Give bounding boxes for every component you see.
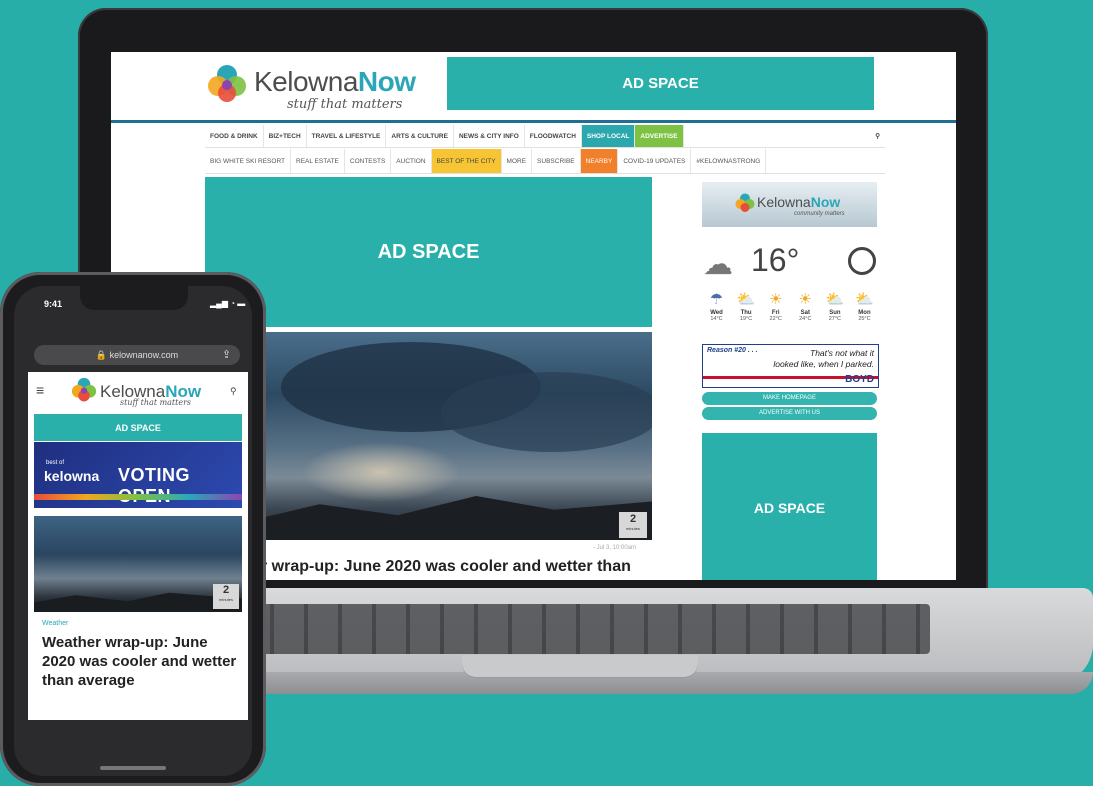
phone-article-headline[interactable]: Weather wrap-up: June 2020 was cooler an… bbox=[42, 633, 242, 690]
secondary-nav-item[interactable]: REAL ESTATE bbox=[291, 149, 345, 173]
article-category[interactable]: Weather bbox=[42, 620, 68, 627]
primary-nav-item[interactable]: TRAVEL & LIFESTYLE bbox=[307, 125, 387, 147]
boyd-quote-line-1: That's not what it bbox=[810, 348, 874, 358]
secondary-nav-item[interactable]: #KELOWNASTRONG bbox=[691, 149, 767, 173]
primary-nav-item[interactable]: ADVERTISE bbox=[635, 125, 684, 147]
sun-cloud-icon: ⛅ bbox=[855, 291, 874, 308]
forecast-day: ☀ Sat 24°C bbox=[792, 290, 819, 322]
read-time-number: 2 bbox=[629, 513, 637, 525]
sidebar-logo-banner[interactable]: KelownaNow community matters bbox=[702, 182, 877, 227]
secondary-nav-item[interactable]: CONTESTS bbox=[345, 149, 392, 173]
banner-voting-open: VOTING OPEN bbox=[118, 465, 191, 506]
laptop-notch bbox=[462, 655, 698, 677]
secondary-nav-item[interactable]: SUBSCRIBE bbox=[532, 149, 581, 173]
article-hero-image[interactable] bbox=[261, 332, 652, 540]
secondary-nav-item[interactable]: BIG WHITE SKI RESORT bbox=[205, 149, 292, 173]
sun-icon: ☀ bbox=[768, 291, 783, 308]
site-logo[interactable]: KelownaNow bbox=[254, 66, 416, 98]
url-bar[interactable]: 🔒 kelownanow.com bbox=[34, 345, 240, 365]
sidebar-logo-word-1: Kelowna bbox=[757, 194, 811, 210]
home-indicator bbox=[100, 766, 166, 770]
storm-icon: ☂ bbox=[709, 291, 724, 308]
primary-nav-item[interactable]: FLOODWATCH bbox=[525, 125, 582, 147]
current-temperature: 16° bbox=[751, 242, 800, 278]
banner-city: kelowna bbox=[44, 468, 100, 484]
webcam-icon[interactable] bbox=[848, 247, 876, 275]
search-icon[interactable]: ⚲ bbox=[230, 386, 237, 397]
share-icon[interactable]: ⇪ bbox=[222, 348, 231, 361]
sidebar-logo-icon bbox=[735, 193, 755, 212]
primary-nav: FOOD & DRINK BIZ+TECH TRAVEL & LIFESTYLE AR… bbox=[205, 125, 885, 148]
site-tagline: stuff that matters bbox=[287, 97, 403, 112]
boyd-quote: That's not what it looked like, when I pa… bbox=[773, 348, 874, 370]
banner-best-of: best of bbox=[46, 460, 65, 466]
weather-forecast: ☂ Wed 14°C ⛅ Thu 19°C ☀ Fri 22°C ☀ Sat 24°C ⛅ Sun 27°C… bbox=[703, 290, 878, 322]
article-date: - Jul 3, 10:00am bbox=[593, 545, 637, 551]
phone-notch bbox=[80, 286, 188, 310]
boyd-autobody-ad[interactable]: Reason #20 . . . That's not what it looke… bbox=[702, 344, 879, 388]
logo-word-2: Now bbox=[357, 66, 416, 97]
status-time: 9:41 bbox=[44, 299, 63, 309]
forecast-day-temp: 25°C bbox=[858, 316, 871, 322]
hamburger-menu-icon[interactable]: ≡ bbox=[36, 382, 44, 398]
primary-nav-item[interactable]: ARTS & CULTURE bbox=[386, 125, 454, 147]
secondary-nav-item[interactable]: AUCTION bbox=[391, 149, 432, 173]
sun-cloud-icon: ⛅ bbox=[736, 291, 756, 308]
forecast-day-temp: 27°C bbox=[828, 316, 842, 322]
phone-read-time-badge: 2 minutes bbox=[213, 584, 239, 609]
phone-ad-space[interactable]: AD SPACE bbox=[34, 414, 242, 441]
status-icons: ▂▄▆ ◔ ▬ bbox=[210, 299, 246, 308]
forecast-day-temp: 22°C bbox=[769, 316, 782, 322]
primary-nav-item[interactable]: FOOD & DRINK bbox=[205, 125, 264, 147]
phone-tagline: stuff that matters bbox=[120, 398, 192, 407]
make-homepage-button[interactable]: MAKE HOMEPAGE bbox=[702, 392, 877, 405]
secondary-nav-item[interactable]: NEARBY bbox=[580, 149, 619, 173]
boyd-reason: Reason #20 . . . bbox=[707, 347, 758, 354]
sidebar-logo-word-2: Now bbox=[810, 194, 841, 210]
forecast-day: ⛅ Sun 27°C bbox=[821, 290, 848, 322]
sidebar-logo-tagline: community matters bbox=[794, 211, 845, 217]
phone-logo-icon[interactable] bbox=[70, 376, 98, 404]
forecast-day: ☀ Fri 22°C bbox=[762, 290, 789, 322]
sidebar-ad-space[interactable]: AD SPACE bbox=[702, 433, 877, 580]
sidebar-logo-text: KelownaNow bbox=[757, 194, 840, 210]
read-time-badge: 2 minutes bbox=[619, 512, 647, 538]
kelownanow-logo-icon[interactable] bbox=[205, 62, 249, 106]
forecast-day-temp: 19°C bbox=[739, 316, 753, 322]
advertise-with-us-button[interactable]: ADVERTISE WITH US bbox=[702, 407, 877, 420]
boyd-brand: BOYD bbox=[845, 374, 874, 385]
primary-nav-item[interactable]: NEWS & CITY INFO bbox=[454, 125, 525, 147]
primary-nav-item[interactable]: BIZ+TECH bbox=[264, 125, 307, 147]
sun-icon: ☀ bbox=[798, 291, 812, 308]
forecast-day-temp: 14°C bbox=[710, 316, 723, 322]
primary-nav-item[interactable]: SHOP LOCAL bbox=[581, 125, 636, 147]
secondary-nav-item[interactable]: MORE bbox=[502, 149, 533, 173]
forecast-day: ⛅ Mon 25°C bbox=[851, 290, 878, 322]
article-headline[interactable]: r wrap-up: June 2020 was cooler and wett… bbox=[261, 558, 631, 576]
voting-open-banner[interactable]: best of kelowna VOTING OPEN bbox=[34, 442, 242, 508]
sun-cloud-icon: ⛅ bbox=[825, 291, 845, 308]
secondary-nav: BIG WHITE SKI RESORT REAL ESTATE CONTESTS A… bbox=[205, 149, 885, 174]
logo-word-1: Kelowna bbox=[254, 66, 358, 97]
secondary-nav-item[interactable]: COVID-19 UPDATES bbox=[618, 149, 692, 173]
forecast-day: ⛅ Thu 19°C bbox=[733, 290, 760, 322]
top-ad-space[interactable]: AD SPACE bbox=[447, 57, 874, 110]
boyd-quote-line-2: looked like, when I parked. bbox=[773, 359, 874, 369]
cloud-icon: ☁ bbox=[703, 248, 733, 281]
phone-article-image[interactable] bbox=[34, 516, 242, 612]
nav-search-icon[interactable]: ⚲ bbox=[870, 125, 885, 147]
read-time-unit: minutes bbox=[625, 526, 640, 531]
banner-color-bar bbox=[34, 494, 242, 500]
secondary-nav-item[interactable]: BEST OF THE CITY bbox=[431, 149, 502, 173]
phone-read-time-number: 2 bbox=[222, 584, 230, 596]
main-ad-space[interactable]: AD SPACE bbox=[205, 177, 652, 327]
phone-read-time-unit: minutes bbox=[218, 597, 233, 602]
laptop-keyboard bbox=[240, 604, 930, 654]
forecast-day-temp: 24°C bbox=[799, 316, 812, 322]
header-divider bbox=[111, 120, 956, 123]
forecast-day: ☂ Wed 14°C bbox=[703, 290, 730, 322]
